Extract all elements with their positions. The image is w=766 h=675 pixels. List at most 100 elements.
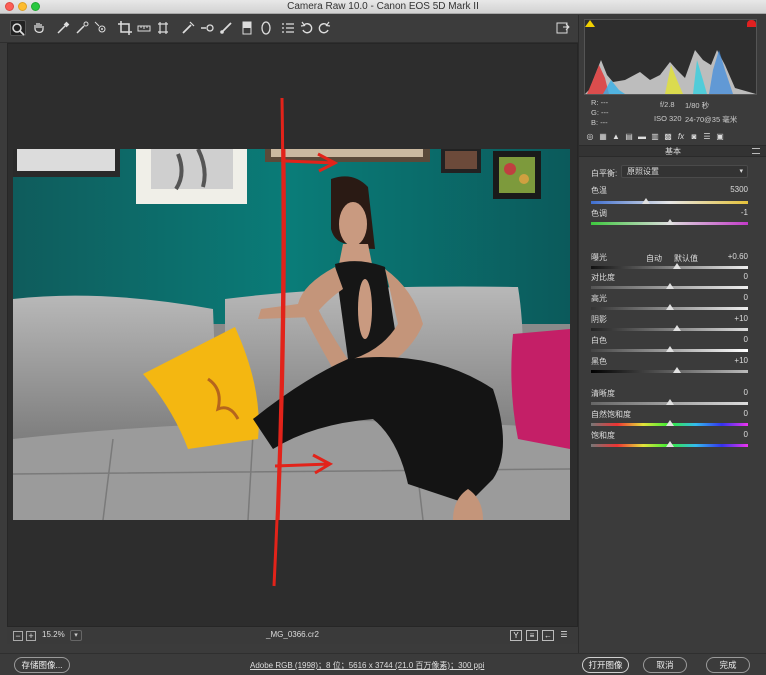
- shadows-slider-thumb[interactable]: [673, 325, 682, 331]
- preview-preferences-button[interactable]: ☰: [558, 630, 570, 641]
- color-sampler-tool-icon[interactable]: [74, 20, 90, 36]
- tab-hsl-icon[interactable]: ▤: [624, 131, 634, 142]
- exposure-label: 曝光: [591, 253, 607, 262]
- highlights-label: 高光: [591, 294, 607, 303]
- temp-slider-thumb[interactable]: [641, 198, 650, 204]
- bottom-bar: 存储图像... Adobe RGB (1998)；8 位；5616 x 3744…: [0, 653, 766, 675]
- exposure-value[interactable]: +0.60: [708, 252, 748, 261]
- exposure-slider-thumb[interactable]: [673, 263, 682, 269]
- adjustment-panel: R: --- G: --- B: --- f/2.8 1/80 秒 ISO 32…: [578, 15, 766, 653]
- canvas-status-bar: − + 15.2% ▾ _MG_0366.cr2 Y ≡ ← ☰: [7, 628, 578, 644]
- shadows-label: 阴影: [591, 315, 607, 324]
- tint-slider-thumb[interactable]: [665, 219, 674, 225]
- camera-raw-window: Camera Raw 10.0 - Canon EOS 5D Mark II −…: [0, 0, 766, 675]
- tab-split-toning-icon[interactable]: ▬: [637, 131, 647, 142]
- g-label: G:: [591, 108, 599, 117]
- clarity-slider-thumb[interactable]: [665, 399, 674, 405]
- blacks-slider[interactable]: [591, 370, 748, 373]
- panel-menu-icon[interactable]: [752, 148, 760, 154]
- workflow-options-link[interactable]: Adobe RGB (1998)；8 位；5616 x 3744 (21.0 百…: [250, 660, 484, 671]
- tab-basic-icon[interactable]: ◎: [585, 131, 595, 142]
- white-balance-value: 原照设置: [627, 167, 659, 176]
- toolbar: [0, 15, 578, 43]
- shadows-slider[interactable]: [591, 328, 748, 331]
- saturation-value[interactable]: 0: [708, 430, 748, 439]
- tab-snapshots-icon[interactable]: ▣: [715, 131, 725, 142]
- rotate-ccw-icon[interactable]: [299, 20, 315, 36]
- contrast-label: 对比度: [591, 273, 615, 282]
- exposure-slider[interactable]: [591, 266, 748, 269]
- highlights-value[interactable]: 0: [708, 293, 748, 302]
- whites-slider-thumb[interactable]: [665, 346, 674, 352]
- transform-tool-icon[interactable]: [155, 20, 171, 36]
- rotate-cw-icon[interactable]: [316, 20, 332, 36]
- straighten-tool-icon[interactable]: [136, 20, 152, 36]
- clarity-label: 清晰度: [591, 389, 615, 398]
- radial-filter-tool-icon[interactable]: [258, 20, 274, 36]
- whites-label: 白色: [591, 336, 607, 345]
- hand-tool-icon[interactable]: [31, 20, 47, 36]
- tab-camera-calibration-icon[interactable]: ◙: [689, 131, 699, 142]
- contrast-value[interactable]: 0: [708, 272, 748, 281]
- tab-tone-curve-icon[interactable]: ▦: [598, 131, 608, 142]
- open-image-button[interactable]: 打开图像: [582, 657, 629, 673]
- tab-effects-icon[interactable]: fx: [676, 131, 686, 142]
- view-toggle-y-button[interactable]: Y: [510, 630, 522, 641]
- crop-tool-icon[interactable]: [117, 20, 133, 36]
- window-title: Camera Raw 10.0 - Canon EOS 5D Mark II: [287, 1, 479, 12]
- file-name: _MG_0366.cr2: [266, 630, 319, 639]
- tab-lens-corrections-icon[interactable]: ▥: [650, 131, 660, 142]
- temp-slider[interactable]: [591, 201, 748, 204]
- before-after-button[interactable]: ≡: [526, 630, 538, 641]
- red-eye-tool-icon[interactable]: [199, 20, 215, 36]
- zoom-tool-icon[interactable]: [10, 20, 26, 36]
- tint-label: 色调: [591, 209, 607, 218]
- temp-value[interactable]: 5300: [708, 185, 748, 194]
- vibrance-value[interactable]: 0: [708, 409, 748, 418]
- aperture: f/2.8: [660, 100, 675, 109]
- tint-value[interactable]: -1: [708, 208, 748, 217]
- targeted-adjustment-tool-icon[interactable]: [93, 20, 109, 36]
- highlight-clipping-icon[interactable]: [747, 20, 756, 27]
- saturation-slider-thumb[interactable]: [665, 441, 674, 447]
- tab-detail-icon[interactable]: ▲: [611, 131, 621, 142]
- vibrance-label: 自然饱和度: [591, 410, 631, 419]
- clarity-value[interactable]: 0: [708, 388, 748, 397]
- white-balance-label: 白平衡:: [591, 169, 618, 178]
- auto-button[interactable]: 自动: [646, 253, 662, 264]
- chevron-down-icon: ▾: [739, 168, 743, 175]
- b-label: B:: [591, 118, 599, 127]
- swap-settings-button[interactable]: ←: [542, 630, 554, 641]
- adjustment-brush-tool-icon[interactable]: [218, 20, 234, 36]
- save-image-button[interactable]: 存储图像...: [14, 657, 70, 673]
- tab-presets-icon[interactable]: ☰: [702, 131, 712, 142]
- spot-removal-tool-icon[interactable]: [180, 20, 196, 36]
- shadow-clipping-icon[interactable]: [585, 20, 595, 27]
- r-label: R:: [591, 98, 599, 107]
- g-value: ---: [601, 108, 609, 117]
- b-value: ---: [600, 118, 608, 127]
- tab-transform-icon[interactable]: ▩: [663, 131, 673, 142]
- fullscreen-toggle-icon[interactable]: [555, 20, 571, 36]
- white-balance-tool-icon[interactable]: [55, 20, 71, 36]
- cancel-button[interactable]: 取消: [643, 657, 687, 673]
- graduated-filter-tool-icon[interactable]: [239, 20, 255, 36]
- whites-value[interactable]: 0: [708, 335, 748, 344]
- annotation-red-line: [272, 97, 285, 587]
- shutter-speed: 1/80 秒: [685, 101, 710, 110]
- highlights-slider-thumb[interactable]: [665, 304, 674, 310]
- title-bar: Camera Raw 10.0 - Canon EOS 5D Mark II: [0, 0, 766, 14]
- r-value: ---: [600, 98, 609, 107]
- blacks-value[interactable]: +10: [708, 356, 748, 365]
- shadows-value[interactable]: +10: [708, 314, 748, 323]
- done-button[interactable]: 完成: [706, 657, 750, 673]
- image-preview-area[interactable]: [7, 43, 578, 627]
- histogram: [584, 19, 757, 95]
- blacks-slider-thumb[interactable]: [673, 367, 682, 373]
- snapshots-list-icon[interactable]: [280, 20, 296, 36]
- vibrance-slider-thumb[interactable]: [665, 420, 674, 426]
- saturation-label: 饱和度: [591, 431, 615, 440]
- contrast-slider-thumb[interactable]: [665, 283, 674, 289]
- iso: ISO 320: [654, 114, 682, 123]
- white-balance-select[interactable]: 原照设置 ▾: [621, 165, 748, 178]
